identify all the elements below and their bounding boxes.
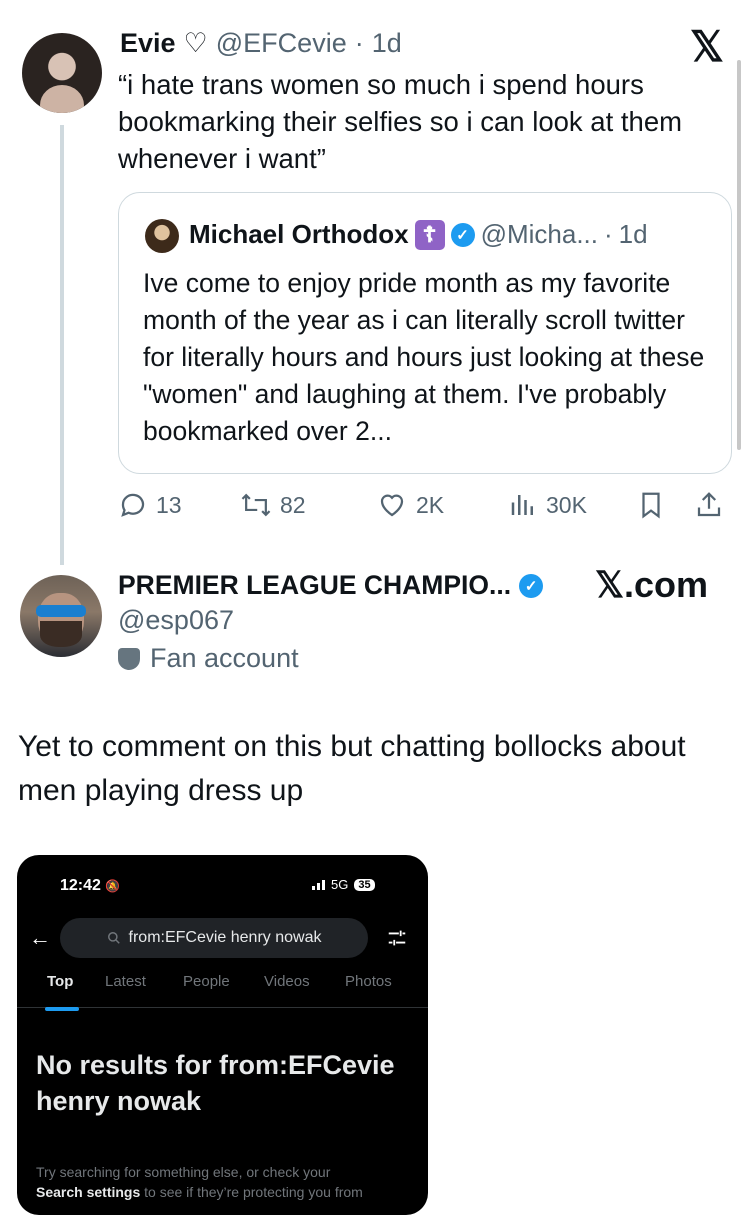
status-bar-time: 12:42 🔕 [60,877,120,895]
fan-account-text: Fan account [150,643,299,673]
scrollbar[interactable] [737,60,741,450]
views-button[interactable]: 30K [508,490,587,520]
signal-icon [312,879,325,890]
tweet2-handle[interactable]: @esp067 [118,605,234,636]
no-results-hint: Try searching for something else, or che… [36,1162,416,1202]
search-query: from:EFCevie henry nowak [128,929,322,946]
hint-text-2: to see if they’re protecting you from [144,1184,363,1200]
tab-people[interactable]: People [183,973,230,990]
attached-screenshot[interactable]: 12:42 🔕 5G 35 ← from:EFCevie henry nowak… [17,855,428,1215]
tweet2-author: PREMIER LEAGUE CHAMPIO... ✓ [118,570,544,601]
quote-header: Michael Orthodox ☦ ✓ @Micha... · 1d [189,219,648,250]
search-input[interactable]: from:EFCevie henry nowak [60,918,368,958]
bookmark-button[interactable] [636,490,666,520]
tab-videos[interactable]: Videos [264,973,310,990]
tweet1-author-name[interactable]: Evie [120,28,176,59]
views-icon [511,495,533,515]
quote-text: Ive come to enjoy pride month as my favo… [143,268,705,446]
battery-icon: 35 [354,878,375,891]
evie-avatar[interactable] [22,33,102,113]
views-count: 30K [546,491,587,518]
no-results-heading: No results for from:EFCevie henry nowak [36,1050,395,1116]
x-logo-icon: 𝕏 [690,23,724,70]
share-icon [697,492,721,517]
avatar-sunglasses [36,605,86,617]
status-time-text: 12:42 [60,877,101,894]
tab-photos[interactable]: Photos [345,973,392,990]
quote-separator: · [604,219,613,249]
tweet1-time[interactable]: 1d [372,28,402,59]
active-tab-indicator [45,1007,79,1011]
tweet1-text: “i hate trans women so much i spend hour… [118,69,683,174]
verified-badge-icon: ✓ [450,222,475,247]
status-bar-right: 5G 35 [312,877,375,892]
tab-latest[interactable]: Latest [105,973,146,990]
reply-icon [121,493,145,517]
search-settings-link[interactable]: Search settings [36,1184,140,1200]
heart-icon: ♡ [183,28,208,58]
back-arrow-icon[interactable]: ← [29,925,51,951]
fan-account-label: Fan account [118,643,299,674]
avatar-beard [40,621,82,647]
tweet1-header: Evie ♡ @EFCevie · 1d [120,28,402,59]
orthodox-cross-icon: ☦ [414,219,445,250]
thread-line [60,125,64,565]
search-icon [107,932,120,944]
hint-text: Try searching for something else, or che… [36,1164,331,1180]
tweet2-text: Yet to comment on this but chatting boll… [18,730,686,807]
filter-icon[interactable] [386,927,408,954]
reply-count: 13 [156,491,182,518]
repost-count: 82 [280,491,306,518]
quote-author-name[interactable]: Michael Orthodox [189,219,409,250]
tab-top[interactable]: Top [47,973,73,990]
tweet-action-bar: 13 82 2K 30K [118,490,728,524]
share-button[interactable] [694,490,724,520]
tweet2-author-name[interactable]: PREMIER LEAGUE CHAMPIO... [118,570,511,601]
repost-icon [241,493,271,517]
xcom-watermark: 𝕏.com [595,564,709,605]
quoted-tweet[interactable]: Michael Orthodox ☦ ✓ @Micha... · 1d Ive … [118,192,732,474]
repost-button[interactable]: 82 [240,490,306,520]
tweet1-handle[interactable]: @EFCevie [216,28,347,59]
like-button[interactable]: 2K [376,490,444,520]
tweet1-separator: · [354,28,364,58]
esp067-avatar[interactable] [20,575,102,657]
quote-avatar[interactable] [145,219,179,253]
reply-button[interactable]: 13 [118,490,182,520]
like-icon [380,494,404,517]
mute-icon: 🔕 [105,879,121,893]
quote-time[interactable]: 1d [619,219,648,250]
search-tabs: Top Latest People Videos Photos [17,973,428,1009]
bookmark-icon [642,492,660,519]
like-count: 2K [416,491,445,518]
mask-icon [118,647,140,670]
verified-badge-icon: ✓ [519,573,544,598]
network-type: 5G [331,877,349,892]
quote-handle[interactable]: @Micha... [481,219,598,250]
